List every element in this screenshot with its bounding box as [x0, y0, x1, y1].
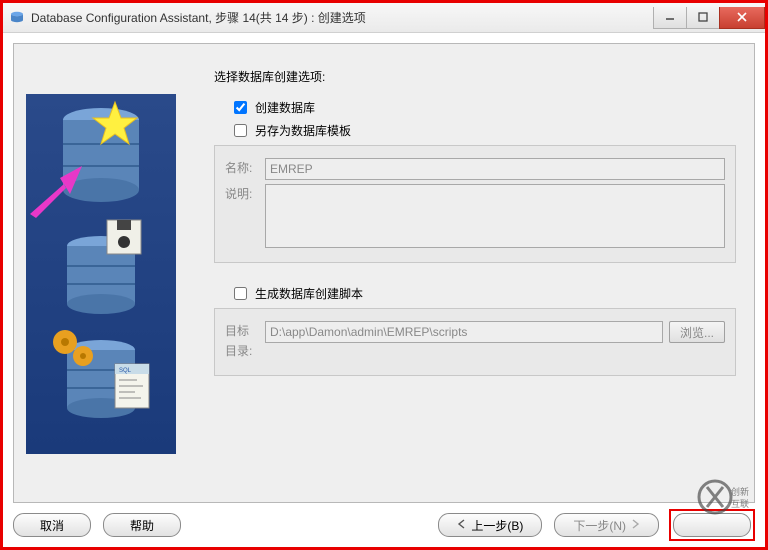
form-area: 选择数据库创建选项: 创建数据库 另存为数据库模板 名称: 说明:: [214, 68, 736, 398]
save-template-label: 另存为数据库模板: [255, 122, 351, 139]
save-template-checkbox[interactable]: [234, 124, 247, 137]
scripts-dest-label: 目标 目录:: [225, 321, 265, 361]
watermark: 创新 互联: [697, 473, 761, 521]
template-name-label: 名称:: [225, 158, 265, 178]
maximize-button[interactable]: [686, 7, 720, 29]
client-area: SQL 选择数据库创建选项: 创建数据库 另存为数据库模板: [13, 43, 755, 503]
back-button[interactable]: 上一步(B): [438, 513, 542, 537]
form-heading: 选择数据库创建选项:: [214, 68, 736, 85]
chevron-right-icon: [630, 518, 640, 532]
browse-button: 浏览...: [669, 321, 725, 343]
generate-scripts-fieldset: 目标 目录: 浏览...: [214, 308, 736, 376]
create-database-label: 创建数据库: [255, 99, 315, 116]
footer: 取消 帮助 上一步(B) 下一步(N): [13, 509, 755, 541]
next-button-label: 下一步(N): [573, 517, 626, 534]
window: Database Configuration Assistant, 步骤 14(…: [3, 3, 765, 547]
svg-text:SQL: SQL: [119, 368, 132, 374]
close-button[interactable]: [719, 7, 765, 29]
scripts-dest-input: [265, 321, 663, 343]
next-button: 下一步(N): [554, 513, 659, 537]
titlebar: Database Configuration Assistant, 步骤 14(…: [3, 3, 765, 33]
template-desc-textarea: [265, 184, 725, 248]
back-button-label: 上一步(B): [471, 517, 523, 534]
generate-scripts-label: 生成数据库创建脚本: [255, 285, 363, 302]
svg-text:创新: 创新: [731, 486, 749, 497]
template-name-input: [265, 158, 725, 180]
wizard-illustration: SQL: [26, 94, 176, 454]
generate-scripts-checkbox[interactable]: [234, 287, 247, 300]
save-template-fieldset: 名称: 说明:: [214, 145, 736, 263]
window-title: Database Configuration Assistant, 步骤 14(…: [31, 9, 654, 26]
chevron-left-icon: [457, 518, 467, 532]
app-icon: [9, 10, 25, 26]
cancel-button[interactable]: 取消: [13, 513, 91, 537]
help-button[interactable]: 帮助: [103, 513, 181, 537]
minimize-button[interactable]: [653, 7, 687, 29]
create-database-checkbox[interactable]: [234, 101, 247, 114]
svg-text:互联: 互联: [731, 499, 749, 509]
template-desc-label: 说明:: [225, 184, 265, 204]
